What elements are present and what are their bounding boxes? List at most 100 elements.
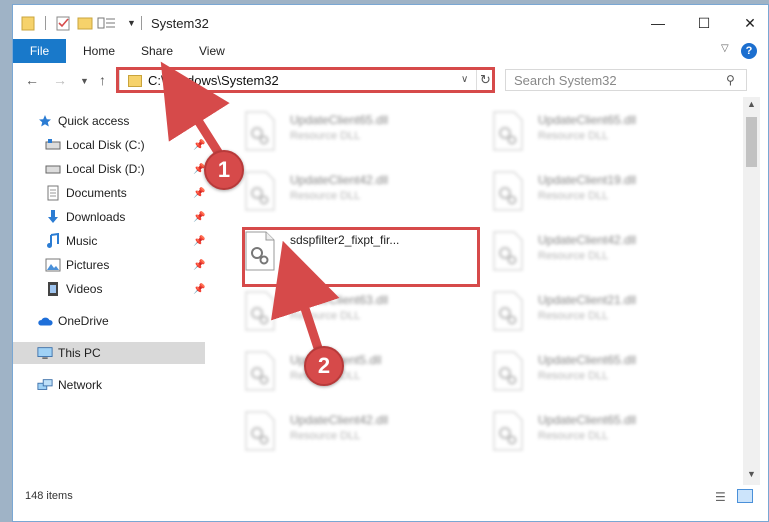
star-icon: [37, 113, 53, 129]
dll-file-icon: [244, 351, 276, 391]
file-name: UpdateClient65.dll: [538, 353, 637, 367]
close-button[interactable]: ✕: [727, 11, 768, 35]
sidebar-item-label: Quick access: [58, 114, 130, 128]
search-icon[interactable]: ⚲: [726, 73, 735, 87]
network-icon: [37, 377, 53, 393]
up-arrow-icon[interactable]: ↑: [99, 72, 106, 88]
pin-icon: 📌: [193, 211, 206, 223]
file-name: UpdateClient65.dll: [290, 113, 389, 127]
new-folder-icon[interactable]: [77, 14, 93, 32]
dll-file-icon: [492, 231, 524, 271]
file-item[interactable]: UpdateClient21.dll Resource DLL: [478, 283, 718, 339]
file-type: Resource DLL: [538, 250, 609, 262]
drive-icon: [45, 137, 61, 153]
dll-file-icon: [492, 291, 524, 331]
sidebar-item-videos[interactable]: Videos 📌: [13, 278, 205, 300]
sidebar-item-label: OneDrive: [58, 314, 109, 328]
pin-icon: 📌: [193, 283, 206, 295]
file-explorer-window: ▼ System32 — ☐ ✕ File Home Share View ▽ …: [12, 4, 769, 522]
file-type: Resource DLL: [538, 310, 609, 322]
sidebar-item-label: Local Disk (D:): [66, 162, 145, 176]
file-name: UpdateClient42.dll: [538, 233, 637, 247]
file-type: Resource DLL: [538, 430, 609, 442]
expand-ribbon-chevron-icon[interactable]: ▽: [721, 43, 729, 54]
minimize-button[interactable]: —: [635, 11, 681, 35]
file-item[interactable]: UpdateClient65.dll Resource DLL: [230, 103, 470, 159]
status-bar: 148 items ☰: [13, 485, 768, 509]
sidebar-item-local-disk-c[interactable]: Local Disk (C:) 📌: [13, 134, 205, 156]
sidebar-item-quick-access[interactable]: Quick access: [13, 110, 205, 132]
video-icon: [45, 281, 61, 297]
pin-icon: 📌: [193, 259, 206, 271]
view-options-icon[interactable]: [97, 14, 117, 32]
dll-file-icon: [244, 291, 276, 331]
download-icon: [45, 209, 61, 225]
sidebar-item-downloads[interactable]: Downloads 📌: [13, 206, 205, 228]
help-button[interactable]: ?: [741, 43, 757, 59]
file-name: UpdateClient21.dll: [538, 293, 637, 307]
file-type: Resource DLL: [290, 430, 361, 442]
file-type: Resource DLL: [290, 370, 361, 382]
file-item[interactable]: UpdateClient63.dll Resource DLL: [230, 283, 470, 339]
file-name: UpdateClient42.dll: [290, 413, 389, 427]
file-item[interactable]: UpdateClient65.dll Resource DLL: [478, 403, 718, 459]
vertical-scrollbar[interactable]: ▲ ▼: [743, 97, 760, 485]
file-name: UpdateClient65.dll: [538, 413, 637, 427]
scroll-up-arrow-icon[interactable]: ▲: [747, 99, 756, 109]
large-icons-view-icon[interactable]: [737, 489, 753, 503]
sidebar-item-this-pc[interactable]: This PC: [13, 342, 205, 364]
properties-icon[interactable]: [55, 14, 71, 32]
scroll-down-arrow-icon[interactable]: ▼: [747, 469, 756, 479]
file-item[interactable]: UpdateClient42.dll Resource DLL: [478, 223, 718, 279]
sidebar-item-onedrive[interactable]: OneDrive: [13, 310, 205, 332]
file-highlight: [242, 227, 480, 287]
sidebar-item-pictures[interactable]: Pictures 📌: [13, 254, 205, 276]
tab-file[interactable]: File: [13, 39, 66, 63]
file-item[interactable]: UpdateClient42.dll Resource DLL: [230, 403, 470, 459]
dll-file-icon: [492, 111, 524, 151]
sidebar-item-label: This PC: [58, 346, 101, 360]
computer-icon: [37, 345, 53, 361]
tab-share[interactable]: Share: [141, 39, 173, 63]
sidebar-item-label: Music: [66, 234, 98, 248]
navigation-pane: Quick access Local Disk (C:) 📌 Local Dis…: [13, 101, 209, 487]
file-type: Resource DLL: [538, 370, 609, 382]
file-item[interactable]: UpdateClient65.dll Resource DLL: [478, 103, 718, 159]
dll-file-icon: [492, 171, 524, 211]
item-count: 148 items: [25, 490, 73, 502]
scrollbar-thumb[interactable]: [746, 117, 757, 167]
file-item[interactable]: UpdateClient19.dll Resource DLL: [478, 163, 718, 219]
pin-icon: 📌: [193, 235, 206, 247]
pictures-icon: [45, 257, 61, 273]
file-item[interactable]: UpdateClient5.dll Resource DLL: [230, 343, 470, 399]
window-title: System32: [151, 16, 209, 31]
cloud-icon: [37, 313, 53, 329]
file-type: Resource DLL: [290, 310, 361, 322]
sidebar-item-label: Videos: [66, 282, 103, 296]
details-view-icon[interactable]: ☰: [715, 490, 726, 504]
search-box[interactable]: Search System32 ⚲: [505, 69, 747, 91]
file-item[interactable]: UpdateClient65.dll Resource DLL: [478, 343, 718, 399]
sidebar-item-local-disk-d[interactable]: Local Disk (D:) 📌: [13, 158, 205, 180]
tab-view[interactable]: View: [199, 39, 225, 63]
search-input[interactable]: Search System32: [514, 73, 617, 88]
sidebar-item-documents[interactable]: Documents 📌: [13, 182, 205, 204]
file-name: UpdateClient19.dll: [538, 173, 637, 187]
tab-home[interactable]: Home: [83, 39, 115, 63]
back-arrow-icon[interactable]: ←: [25, 72, 39, 88]
sidebar-item-network[interactable]: Network: [13, 374, 205, 396]
file-type: Resource DLL: [290, 190, 361, 202]
customize-toolbar-chevron-icon[interactable]: ▼: [127, 14, 136, 32]
sidebar-item-music[interactable]: Music 📌: [13, 230, 205, 252]
forward-arrow-icon[interactable]: →: [53, 72, 67, 88]
file-item[interactable]: UpdateClient42.dll Resource DLL: [230, 163, 470, 219]
documents-icon: [45, 185, 61, 201]
maximize-button[interactable]: ☐: [681, 11, 727, 35]
sidebar-item-label: Network: [58, 378, 103, 392]
file-type: Resource DLL: [290, 130, 361, 142]
toolbar-separator: [141, 16, 142, 30]
pin-icon: 📌: [193, 163, 206, 175]
toolbar-separator: [45, 16, 46, 30]
recent-locations-chevron-icon[interactable]: ▼: [80, 76, 89, 86]
file-type: Resource DLL: [538, 130, 609, 142]
